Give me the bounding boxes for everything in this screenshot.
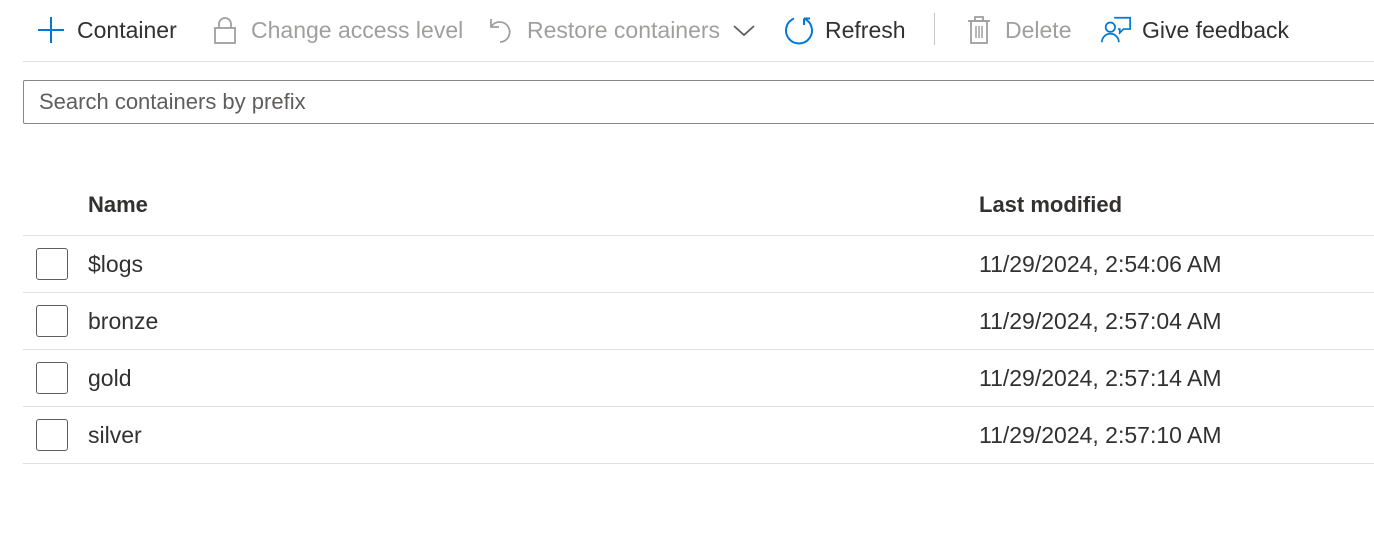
change-access-level-label: Change access level [251,16,464,43]
column-header-last-modified[interactable]: Last modified [979,192,1122,218]
add-container-label: Container [77,16,177,43]
row-checkbox[interactable] [36,248,68,280]
container-name-link[interactable]: gold [88,365,131,392]
table-row[interactable]: gold 11/29/2024, 2:57:14 AM [23,350,1374,407]
chevron-down-icon[interactable] [728,14,760,46]
refresh-label: Refresh [825,16,906,43]
undo-icon [485,14,517,46]
trash-icon [963,14,995,46]
last-modified-cell: 11/29/2024, 2:57:14 AM [979,365,1222,391]
toolbar-divider [934,13,935,45]
column-header-name[interactable]: Name [88,192,148,218]
command-bar: Container Change access level Restore co… [23,0,1374,62]
search-input[interactable] [23,80,1374,124]
refresh-button[interactable]: Refresh [783,11,906,49]
plus-icon [35,14,67,46]
restore-containers-label: Restore containers [527,16,721,43]
table-row[interactable]: $logs 11/29/2024, 2:54:06 AM [23,236,1374,293]
containers-table: Name Last modified $logs 11/29/2024, 2:5… [23,178,1374,464]
delete-label: Delete [1005,16,1072,43]
table-header: Name Last modified [23,178,1374,236]
last-modified-cell: 11/29/2024, 2:57:04 AM [979,308,1222,334]
container-name-link[interactable]: silver [88,422,142,449]
last-modified-cell: 11/29/2024, 2:54:06 AM [979,251,1222,277]
refresh-icon [783,14,815,46]
container-name-link[interactable]: bronze [88,308,158,335]
delete-button[interactable]: Delete [963,11,1071,49]
last-modified-cell: 11/29/2024, 2:57:10 AM [979,422,1222,448]
row-checkbox[interactable] [36,362,68,394]
give-feedback-label: Give feedback [1142,16,1290,43]
change-access-level-button[interactable]: Change access level [209,11,463,49]
feedback-icon [1100,14,1132,46]
give-feedback-button[interactable]: Give feedback [1100,11,1289,49]
add-container-button[interactable]: Container [35,11,177,49]
table-row[interactable]: silver 11/29/2024, 2:57:10 AM [23,407,1374,464]
table-row[interactable]: bronze 11/29/2024, 2:57:04 AM [23,293,1374,350]
row-checkbox[interactable] [36,419,68,451]
lock-icon [209,14,241,46]
container-name-link[interactable]: $logs [88,251,143,278]
row-checkbox[interactable] [36,305,68,337]
restore-containers-button[interactable]: Restore containers [485,11,760,49]
